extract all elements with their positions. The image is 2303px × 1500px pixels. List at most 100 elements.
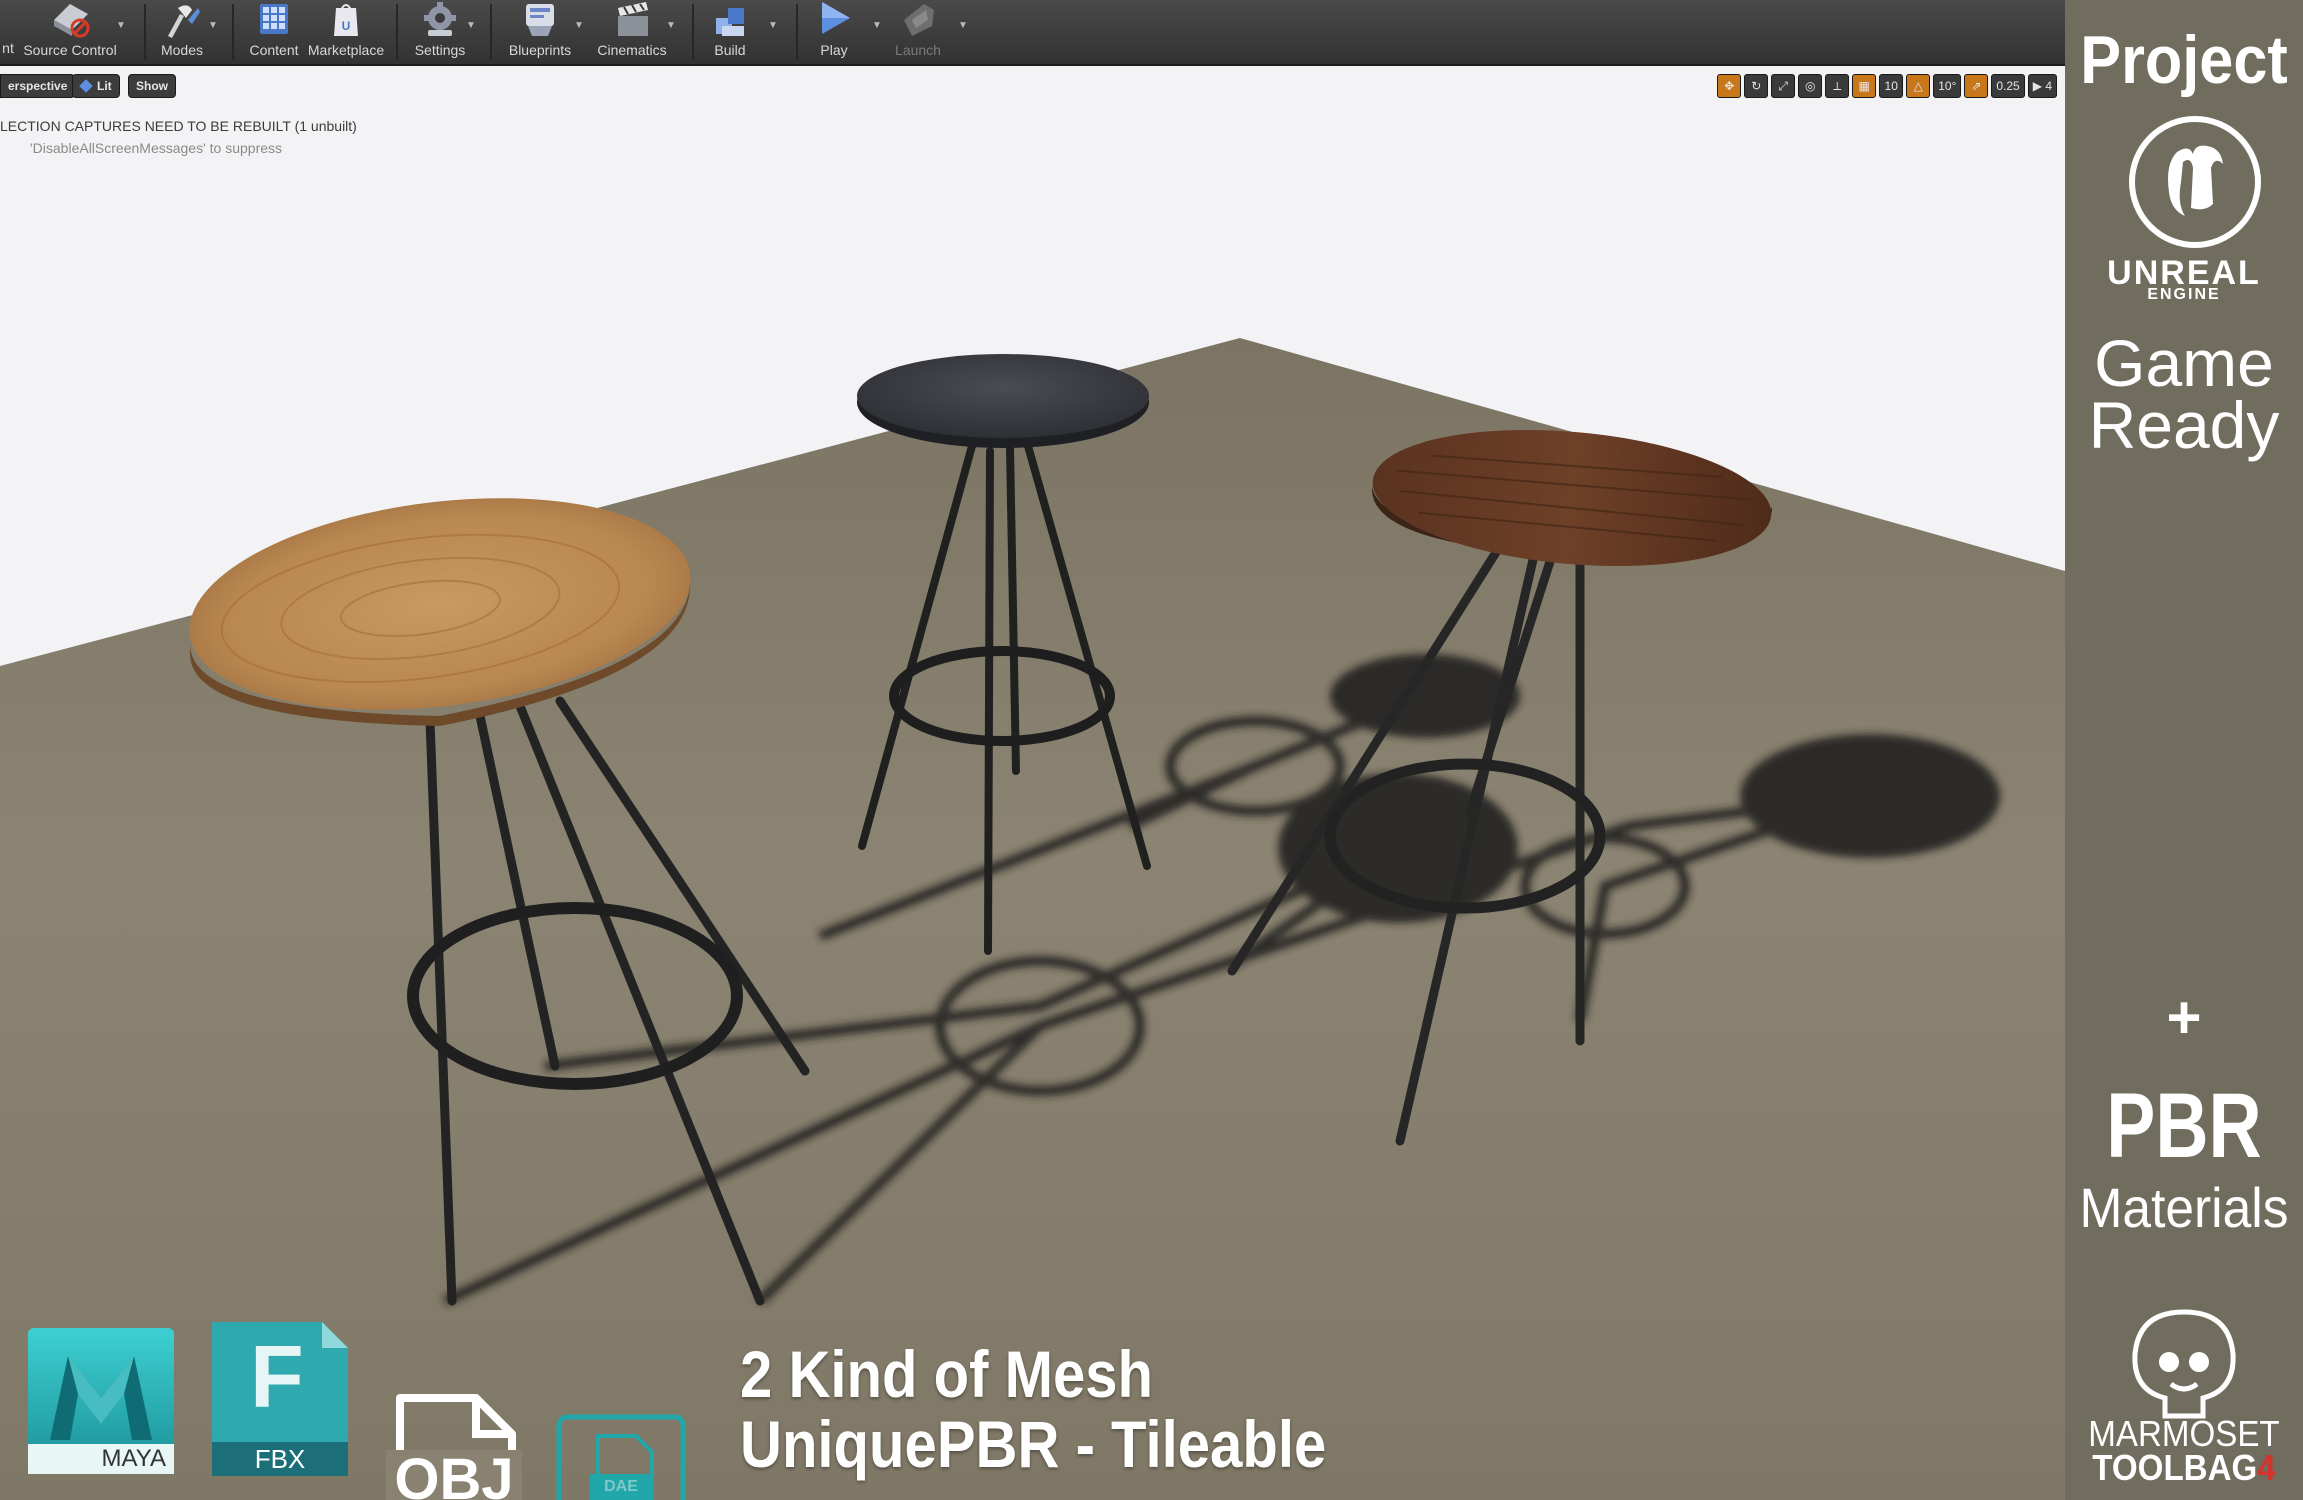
view-mode-label: erspective (8, 79, 68, 93)
toolbar-source-control-label: Source Control (23, 42, 117, 58)
toolbar-separator (396, 4, 398, 60)
camera-icon: ▶ (2032, 79, 2042, 93)
move-arrows-icon: ✥ (1724, 79, 1735, 93)
translate-mode-button[interactable]: ✥ (1717, 74, 1742, 98)
dae-badge: DAE (556, 1414, 686, 1500)
lit-mode-button[interactable]: Lit (72, 74, 120, 98)
toolbar-blueprints-label: Blueprints (508, 42, 572, 58)
lit-label: Lit (97, 79, 112, 93)
build-icon (716, 8, 744, 36)
view-mode-perspective-button[interactable]: erspective (0, 74, 76, 98)
show-label: Show (136, 79, 168, 93)
toolbar-cinematics-button[interactable]: Cinematics (594, 0, 670, 64)
toolbag-name: TOOLBAG4 (2075, 1450, 2294, 1486)
maya-badge: MAYA (28, 1328, 174, 1474)
obj-badge: OBJ (386, 1392, 522, 1500)
unreal-engine-name: UNREAL (2107, 254, 2261, 292)
chevron-down-icon[interactable]: ▼ (116, 20, 126, 31)
globe-icon: ◎ (1804, 79, 1816, 93)
toolbar-modes-button[interactable]: Modes (156, 0, 208, 64)
scale-snap-icon: ⇗ (1971, 79, 1982, 93)
pbr-title: PBR (2106, 1075, 2262, 1177)
chevron-down-icon[interactable]: ▼ (872, 20, 882, 31)
toolbar-play-label: Play (820, 42, 848, 58)
chevron-down-icon[interactable]: ▼ (958, 20, 968, 31)
promo-side-panel: Project UNREAL ENGINE Game Ready + PBR M… (2065, 0, 2303, 1500)
rotation-snap-value[interactable]: 10° (1933, 74, 1962, 98)
rebuild-warning: LECTION CAPTURES NEED TO BE REBUILT (1 u… (0, 118, 357, 134)
camera-speed-text: 4 (2045, 79, 2052, 93)
chevron-down-icon[interactable]: ▼ (466, 20, 476, 31)
toolbar-modes-label: Modes (160, 42, 204, 58)
toolbar-build-label: Build (714, 42, 746, 58)
toolbar-marketplace-button[interactable]: U Marketplace (308, 0, 384, 64)
scale-icon: ⤢ (1778, 78, 1789, 93)
chevron-down-icon[interactable]: ▼ (208, 20, 218, 31)
toolbar-launch-button[interactable]: Launch (888, 0, 948, 64)
angle-icon: △ (1913, 79, 1923, 93)
toolbar-launch-label: Launch (895, 42, 941, 58)
scale-snap-text: 0.25 (1996, 79, 2020, 93)
viewport-snap-toolbar: ✥ ↻ ⤢ ◎ ⟂ ▦ 10 △ 10° ⇗ 0.25 ▶ 4 (1717, 74, 2057, 98)
fbx-letter: F (250, 1327, 304, 1426)
svg-text:U: U (342, 19, 351, 33)
scale-snap-value[interactable]: 0.25 (1991, 74, 2025, 98)
toolbar-content-label: Content (249, 42, 299, 58)
toolbar-content-button[interactable]: Content (244, 0, 304, 64)
toolbar-blueprints-button[interactable]: Blueprints (504, 0, 576, 64)
lit-cube-icon (79, 79, 93, 93)
maya-label: MAYA (101, 1445, 166, 1472)
toolbar-play-button[interactable]: Play (808, 0, 860, 64)
plus-sign: + (2166, 984, 2202, 1051)
marmoset-monkey-icon (2132, 1309, 2236, 1419)
content-icon (260, 4, 288, 34)
rotation-snap-toggle[interactable]: △ (1906, 74, 1931, 98)
chevron-down-icon[interactable]: ▼ (768, 20, 778, 31)
chevron-down-icon[interactable]: ▼ (574, 20, 584, 31)
toolbar-separator (490, 4, 492, 60)
toolbar-separator (796, 4, 798, 60)
marketplace-icon: U (334, 4, 358, 36)
level-viewport[interactable]: erspective Lit Show ✥ ↻ ⤢ ◎ ⟂ ▦ 10 △ 10°… (0, 66, 2065, 1500)
grid-snap-toggle[interactable]: ▦ (1852, 74, 1877, 98)
unreal-logo-icon (2129, 116, 2261, 248)
game-ready-line-1: Game (2094, 326, 2274, 400)
toolbar-save-button[interactable]: nt (0, 0, 16, 64)
chevron-down-icon[interactable]: ▼ (666, 20, 676, 31)
toolbar-settings-label: Settings (414, 42, 466, 58)
headline-line-1: 2 Kind of Mesh (740, 1337, 1154, 1411)
camera-speed-button[interactable]: ▶ 4 (2027, 74, 2057, 98)
toolbag-version: 4 (2257, 1447, 2276, 1488)
toolbar-cinematics-label: Cinematics (597, 42, 667, 58)
world-local-button[interactable]: ◎ (1798, 74, 1823, 98)
fbx-label: FBX (254, 1444, 306, 1474)
toolbar-source-control-button[interactable]: Source Control (23, 0, 117, 64)
grid-icon: ▦ (1858, 79, 1870, 93)
game-ready-line-2: Ready (2088, 388, 2280, 462)
show-flags-button[interactable]: Show (128, 74, 176, 98)
blueprints-icon (526, 4, 554, 36)
rotate-icon: ↻ (1751, 79, 1762, 93)
toolbar-separator (232, 4, 234, 60)
scale-mode-button[interactable]: ⤢ (1771, 74, 1796, 98)
editor-toolbar: nt Source Control ▼ Modes ▼ Content U Ma… (0, 0, 2065, 66)
toolbar-build-button[interactable]: Build (706, 0, 754, 64)
toolbar-settings-button[interactable]: Settings (410, 0, 470, 64)
dae-label: DAE (604, 1478, 638, 1495)
rotation-snap-text: 10° (1938, 79, 1957, 93)
toolbar-separator (692, 4, 694, 60)
toolbar-separator (144, 4, 146, 60)
scale-snap-toggle[interactable]: ⇗ (1964, 74, 1989, 98)
headline-line-2: UniquePBR - Tileable (740, 1407, 1327, 1481)
unreal-engine-sub: ENGINE (2147, 286, 2221, 303)
grid-snap-value[interactable]: 10 (1879, 74, 1904, 98)
toolbag-label: TOOLBAG (2092, 1447, 2258, 1488)
suppress-hint: 'DisableAllScreenMessages' to suppress (30, 140, 283, 156)
toolbar-save-label: nt (2, 40, 14, 56)
toolbar-marketplace-label: Marketplace (307, 42, 385, 58)
surface-snap-button[interactable]: ⟂ (1825, 74, 1850, 98)
play-icon (822, 2, 850, 34)
project-title: Project (2080, 22, 2288, 98)
rotate-mode-button[interactable]: ↻ (1744, 74, 1769, 98)
cinematics-icon (618, 2, 648, 36)
